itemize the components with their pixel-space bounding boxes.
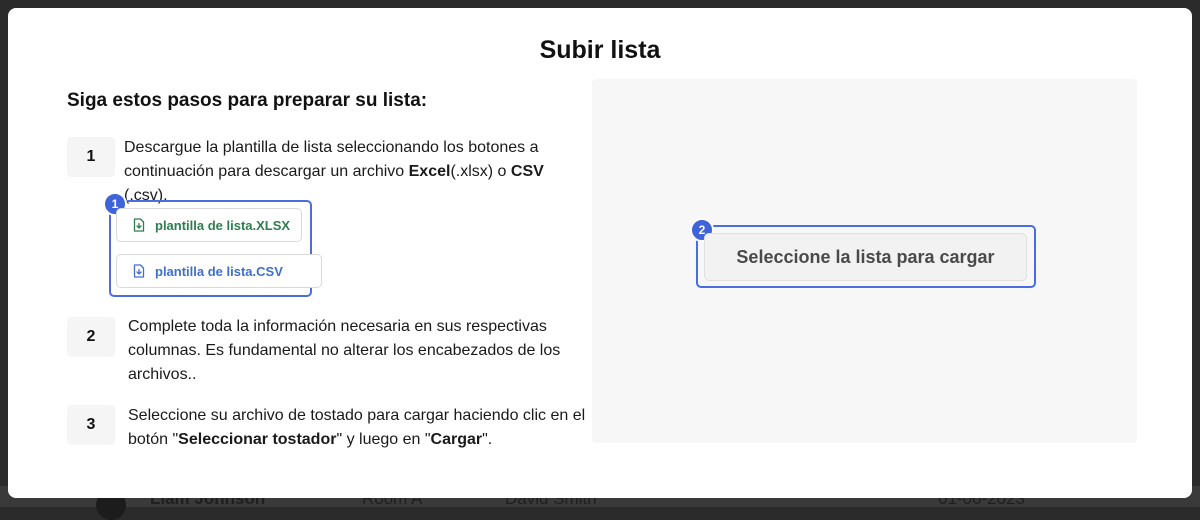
select-list-upload-button[interactable]: Seleccione la lista para cargar xyxy=(704,233,1027,281)
file-download-icon xyxy=(133,218,145,232)
file-download-icon xyxy=(133,264,145,278)
download-xlsx-button[interactable]: plantilla de lista.XLSX xyxy=(116,208,302,242)
download-csv-button[interactable]: plantilla de lista.CSV xyxy=(116,254,322,288)
step-2-number: 2 xyxy=(67,317,115,357)
step-1-text: Descargue la plantilla de lista seleccio… xyxy=(124,139,544,204)
download-csv-label: plantilla de lista.CSV xyxy=(155,263,283,279)
modal-title: Subir lista xyxy=(539,36,661,64)
step-2-text: Complete toda la información necesaria e… xyxy=(128,318,561,383)
steps-heading: Siga estos pasos para preparar su lista: xyxy=(67,90,428,111)
step-3-text: Seleccione su archivo de tostado para ca… xyxy=(128,407,586,448)
step-1-number: 1 xyxy=(67,137,115,177)
download-xlsx-label: plantilla de lista.XLSX xyxy=(155,217,291,233)
step-3-number: 3 xyxy=(67,405,115,445)
